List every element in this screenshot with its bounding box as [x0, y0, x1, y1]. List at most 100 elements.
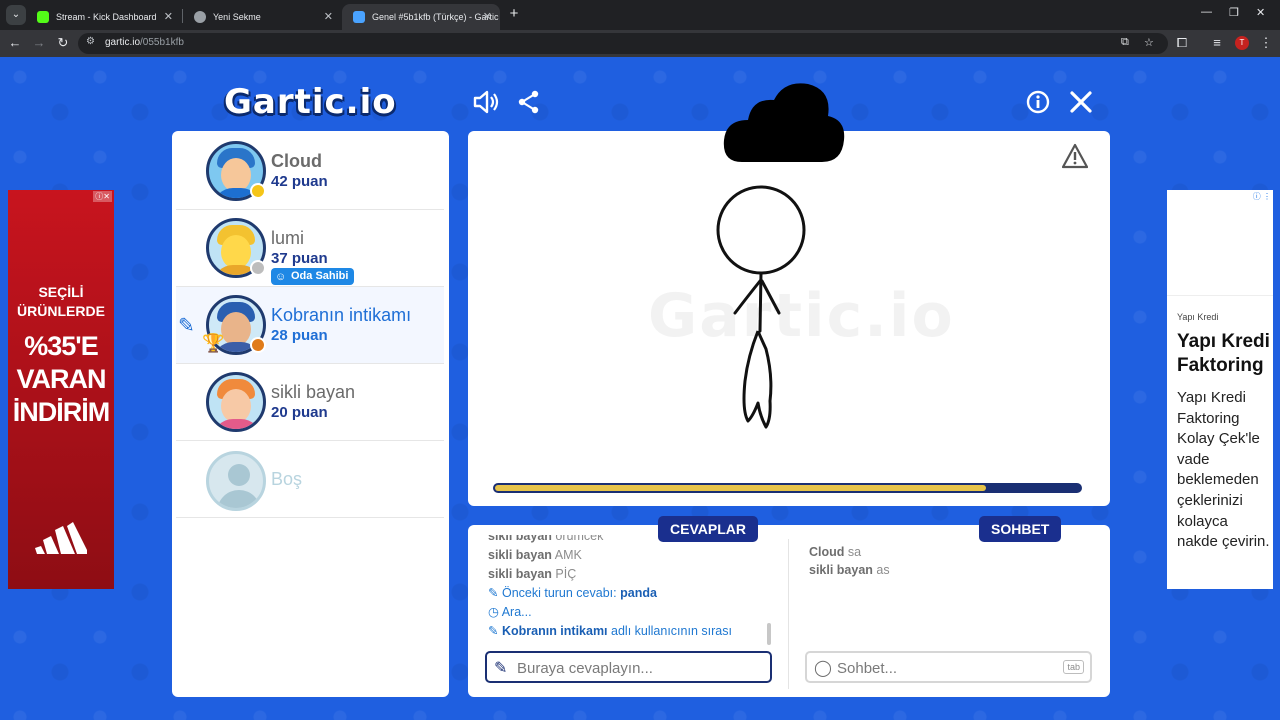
tab-title: Yeni Sekme [213, 12, 261, 22]
drawing-stick-figure [716, 185, 806, 429]
redaction-cloud [723, 83, 845, 162]
forward-icon[interactable]: → [30, 34, 48, 52]
answers-scrollbar[interactable] [767, 623, 771, 645]
media-control-icon[interactable]: ≡ [1208, 34, 1226, 52]
chat-input[interactable] [837, 658, 1077, 678]
player-row-drawing[interactable]: ✎ 🏆 Kobranın intikamı 28 puan [176, 287, 444, 364]
close-window-icon[interactable]: ✕ [1256, 6, 1265, 19]
tab-search-button[interactable]: ⌄ [6, 5, 26, 25]
report-warning-icon[interactable] [1062, 143, 1088, 169]
player-name: lumi [271, 228, 305, 248]
sound-muted-icon[interactable] [472, 89, 500, 115]
chat-field[interactable]: ◯ tab [805, 651, 1092, 683]
chat-line: sikli bayan as [809, 563, 890, 577]
player-score: 42 puan [271, 173, 328, 190]
chat-log: Cloud sa sikli bayan as [809, 543, 1089, 579]
right-ad-banner[interactable]: ⓘ ⋮ Yapı Kredi Yapı Kredi Faktoring Yapı… [1167, 190, 1273, 589]
clock-icon: ◷ [488, 605, 499, 619]
browser-toolbar: ← → ↻ ⚙ gartic.io/055b1kfb ⧉ ☆ ⧠ ≡ T ⋮ [0, 30, 1280, 57]
chat-bubble-icon: ◯ [814, 660, 832, 677]
extensions-icon[interactable]: ⧠ [1173, 34, 1191, 52]
player-name: sikli bayan [271, 382, 356, 402]
browser-tab-bar: ⌄ Stream - Kick Dashboard ✕ Yeni Sekme ✕… [0, 0, 1280, 30]
share-icon[interactable] [517, 90, 541, 114]
install-app-icon[interactable]: ⧉ [1121, 36, 1129, 49]
bookmark-star-icon[interactable]: ☆ [1144, 36, 1154, 49]
close-tab-icon[interactable]: ✕ [483, 7, 492, 27]
ad-choices-icon[interactable]: ⓘ ⋮ [1253, 191, 1271, 202]
answer-line: sikli bayan örümcek [488, 535, 604, 543]
empty-slot-label: Boş [271, 469, 303, 489]
player-row[interactable]: lumi 37 puan ☺ Oda Sahibi [176, 210, 444, 287]
crown-icon: ☺ [275, 271, 287, 283]
pencil-icon: ✎ [494, 660, 508, 677]
interval-line: ◷ Ara... [488, 605, 532, 619]
player-score: 20 puan [271, 404, 328, 421]
round-timer-fill [495, 485, 986, 491]
exit-close-icon[interactable] [1069, 90, 1093, 114]
player-list: Cloud 42 puan lumi 37 puan ☺ Oda Sahibi ✎… [172, 131, 449, 697]
player-score: 28 puan [271, 327, 328, 344]
ad-title[interactable]: Yapı Kredi Faktoring [1177, 330, 1271, 378]
globe-favicon-icon [194, 11, 206, 23]
minimize-icon[interactable]: — [1201, 6, 1212, 18]
status-indicator [250, 183, 266, 199]
tab-title: Stream - Kick Dashboard [56, 12, 157, 22]
reload-icon[interactable]: ↻ [54, 34, 72, 52]
chat-tab[interactable]: SOHBET [979, 516, 1062, 542]
avatar [206, 372, 266, 432]
answers-log: sikli bayan örümcek sikli bayan AMK sikl… [488, 535, 773, 647]
answer-field[interactable]: ✎ [485, 651, 772, 683]
tab-key-hint: tab [1063, 660, 1084, 674]
ad-choices-icon[interactable]: ⓘ✕ [93, 191, 112, 202]
chat-line: Cloud sa [809, 545, 862, 559]
address-bar[interactable]: ⚙ gartic.io/055b1kfb ⧉ ☆ [78, 33, 1168, 54]
answer-line: sikli bayan PİÇ [488, 567, 577, 581]
empty-avatar-icon [206, 451, 266, 511]
tab-new-tab[interactable]: Yeni Sekme ✕ [183, 4, 341, 30]
room-owner-badge: ☺ Oda Sahibi [271, 268, 355, 285]
pencil-drawing-icon: ✎ [178, 315, 195, 337]
restore-icon[interactable]: ❐ [1229, 6, 1239, 19]
player-score: 37 puan [271, 250, 328, 267]
answer-line: sikli bayan AMK [488, 548, 582, 562]
pencil-icon: ✎ [488, 586, 499, 600]
status-indicator [250, 260, 266, 276]
status-indicator [250, 337, 266, 353]
ad-text: VARAN [16, 364, 107, 394]
info-icon[interactable] [1026, 90, 1050, 114]
player-row[interactable]: sikli bayan 20 puan [176, 364, 444, 441]
browser-menu-icon[interactable]: ⋮ [1257, 34, 1275, 52]
ad-text: ÜRÜNLERDE [17, 303, 105, 319]
tab-title: Genel #5b1kfb (Türkçe) - Gartic [372, 12, 499, 22]
ad-text: %35'E [24, 331, 98, 361]
profile-avatar[interactable]: T [1235, 36, 1249, 50]
back-icon[interactable]: ← [6, 34, 24, 52]
url-text[interactable]: gartic.io/055b1kfb [105, 37, 184, 48]
panel-divider [788, 539, 789, 689]
round-timer-bar [493, 483, 1082, 493]
turn-line: ✎ Kobranın intikamı adlı kullanıcının sı… [488, 624, 732, 638]
close-tab-icon[interactable]: ✕ [164, 7, 173, 27]
ad-body: Yapı Kredi Faktoring Kolay Çek'le vade b… [1177, 389, 1270, 551]
ad-brand: Yapı Kredi [1177, 312, 1219, 322]
tab-kick-dashboard[interactable]: Stream - Kick Dashboard ✕ [26, 4, 181, 30]
answers-chat-panel: CEVAPLAR SOHBET sikli bayan örümcek sikl… [468, 516, 1110, 697]
close-tab-icon[interactable]: ✕ [324, 7, 333, 27]
ad-text: SEÇİLİ [38, 284, 84, 300]
pencil-icon: ✎ [488, 624, 499, 638]
empty-slot: Boş [176, 441, 444, 518]
kick-favicon-icon [37, 11, 49, 23]
new-tab-button[interactable]: + [505, 5, 523, 23]
tab-gartic[interactable]: Genel #5b1kfb (Türkçe) - Gartic ✕ [342, 4, 500, 30]
player-row[interactable]: Cloud 42 puan [176, 133, 444, 210]
player-name: Cloud [271, 151, 322, 171]
drawing-canvas[interactable]: Gartic.io [468, 131, 1110, 506]
site-settings-icon[interactable]: ⚙ [86, 36, 95, 47]
trophy-first-place-icon: 🏆 [202, 333, 225, 353]
gartic-favicon-icon [353, 11, 365, 23]
left-ad-banner[interactable]: ⓘ✕ SEÇİLİ ÜRÜNLERDE %35'E VARAN İNDİRİM [8, 190, 114, 589]
previous-answer-line: ✎ Önceki turun cevabı: panda [488, 586, 657, 600]
answer-input[interactable] [517, 658, 757, 678]
gartic-logo[interactable]: Gartic.io [224, 82, 397, 122]
